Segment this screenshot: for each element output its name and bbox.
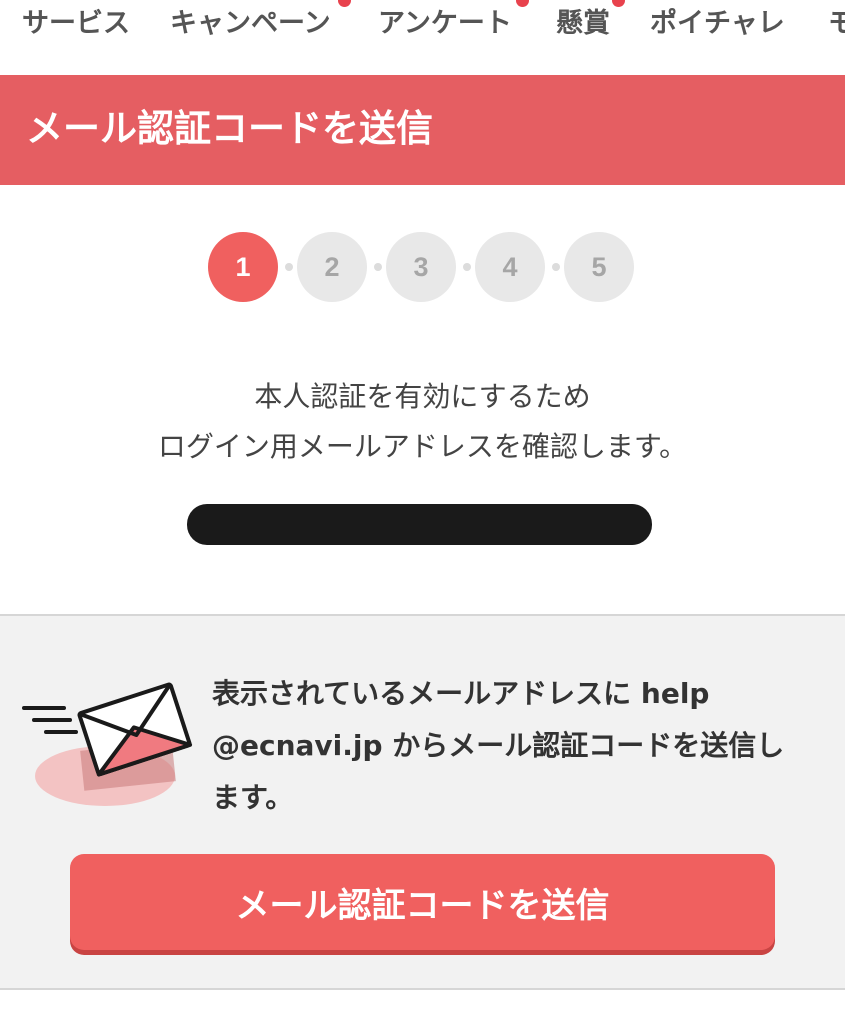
send-notice-section: 表示されているメールアドレスに help @ecnavi.jp からメール認証コ… — [0, 614, 845, 990]
step-3: 3 — [386, 232, 456, 302]
intro-line-2: ログイン用メールアドレスを確認します。 — [157, 430, 688, 463]
step-separator — [285, 263, 293, 271]
nav-tab-survey[interactable]: アンケート — [378, 4, 512, 44]
intro-line-1: 本人認証を有効にするため — [254, 380, 591, 413]
nav-tab-service[interactable]: サービス — [22, 4, 130, 44]
step-2: 2 — [297, 232, 367, 302]
nav-tab-survey-badge — [516, 0, 529, 7]
nav-tab-campaign-badge — [338, 0, 351, 7]
page-header-banner: メール認証コードを送信 — [0, 75, 845, 185]
nav-tab-prize-badge — [612, 0, 625, 7]
step-separator — [552, 263, 560, 271]
nav-tab-prize[interactable]: 懸賞 — [556, 4, 610, 44]
step-1: 1 — [208, 232, 278, 302]
step-indicator: 1 2 3 4 5 — [208, 232, 638, 302]
top-nav: サービス キャンペーン アンケート 懸賞 ポイチャレ モ — [0, 0, 845, 75]
nav-tab-poichare[interactable]: ポイチャレ — [650, 4, 785, 44]
page-title: メール認証コードを送信 — [26, 107, 433, 150]
nav-tab-more[interactable]: モ — [828, 4, 845, 44]
nav-tab-campaign[interactable]: キャンペーン — [170, 4, 331, 44]
step-5: 5 — [564, 232, 634, 302]
step-separator — [463, 263, 471, 271]
step-separator — [374, 263, 382, 271]
email-address-redacted — [187, 504, 652, 545]
intro-message: 本人認証を有効にするため ログイン用メールアドレスを確認します。 — [0, 372, 845, 472]
mail-send-icon — [22, 682, 193, 806]
send-notice-text: 表示されているメールアドレスに help @ecnavi.jp からメール認証コ… — [212, 677, 785, 814]
send-verification-code-button[interactable]: メール認証コードを送信 — [70, 854, 775, 950]
step-4: 4 — [475, 232, 545, 302]
